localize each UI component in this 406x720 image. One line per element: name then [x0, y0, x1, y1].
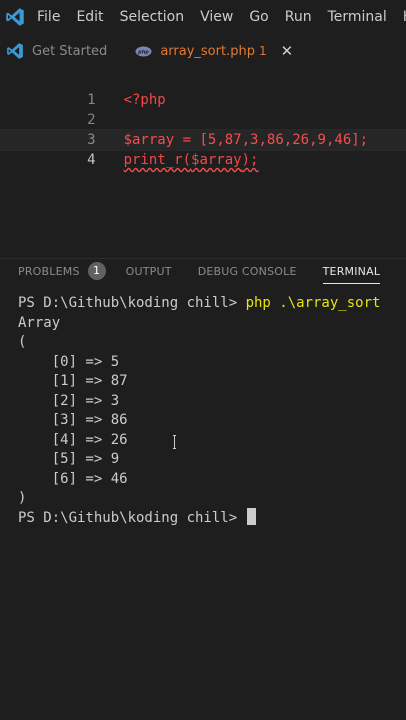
terminal-output-line: [1] => 87	[18, 373, 128, 389]
editor-tab-bar: Get Started php array_sort.php 1 ✕	[0, 33, 406, 70]
tab-label: OUTPUT	[125, 264, 172, 278]
terminal-output-line: )	[18, 490, 27, 506]
code-editor[interactable]: 1 <?php 2 3 $array = [5,87,3,86,26,9,46]; …	[0, 69, 406, 239]
terminal-prompt: PS D:\Github\koding chill>	[18, 295, 246, 311]
tab-terminal[interactable]: TERMINAL	[322, 264, 381, 284]
tab-label: PROBLEMS	[18, 264, 80, 278]
tab-problem-count: 1	[258, 44, 267, 58]
terminal-final-prompt-line: PS D:\Github\koding chill>	[18, 508, 256, 528]
code-line: 3 $array = [5,87,3,86,26,9,46];	[0, 110, 406, 148]
tab-debug-console[interactable]: DEBUG CONSOLE	[198, 265, 297, 278]
tab-output[interactable]: OUTPUT	[126, 265, 172, 278]
code-line: 2	[0, 90, 406, 128]
tab-label: array_sort.php	[160, 43, 255, 59]
code-line: 1 <?php	[0, 70, 406, 108]
tab-get-started[interactable]: Get Started	[0, 33, 117, 69]
terminal-output-line: [4] => 26	[18, 432, 128, 448]
menu-go[interactable]: Go	[249, 9, 268, 25]
menu-edit[interactable]: Edit	[76, 9, 103, 25]
problems-count-badge: 1	[87, 262, 106, 280]
terminal-command: php .\array_sort	[245, 295, 381, 311]
terminal-output-line: [3] => 86	[18, 412, 128, 428]
terminal-output-line: [2] => 3	[18, 393, 120, 409]
terminal[interactable]: PS D:\Github\koding chill> php .\array_s…	[0, 290, 406, 720]
code-text: print_r($array);	[123, 152, 259, 168]
tab-problems[interactable]: PROBLEMS 1	[18, 262, 106, 280]
terminal-output-line: [5] => 9	[18, 451, 120, 467]
menu-selection[interactable]: Selection	[120, 9, 185, 25]
panel-tab-bar: PROBLEMS 1 OUTPUT DEBUG CONSOLE TERMINAL	[0, 258, 406, 284]
close-icon[interactable]: ✕	[281, 42, 294, 60]
tab-label: Get Started	[32, 43, 108, 59]
menu-view[interactable]: View	[200, 9, 233, 25]
terminal-output-line: (	[18, 334, 27, 350]
tab-label: DEBUG CONSOLE	[197, 264, 297, 278]
vscode-window: File Edit Selection View Go Run Terminal…	[0, 0, 406, 720]
tab-label: TERMINAL	[322, 264, 381, 278]
menu-terminal[interactable]: Terminal	[328, 9, 387, 25]
vscode-icon	[6, 42, 24, 60]
terminal-prompt: PS D:\Github\koding chill>	[18, 510, 246, 526]
terminal-prompt-line: PS D:\Github\koding chill> php .\array_s…	[18, 293, 380, 313]
terminal-output-line: [6] => 46	[18, 471, 128, 487]
menu-run[interactable]: Run	[285, 9, 312, 25]
vscode-logo-icon[interactable]	[5, 7, 25, 27]
php-file-icon: php	[135, 46, 152, 57]
line-number: 4	[87, 152, 96, 168]
terminal-output-line: Array	[18, 315, 61, 331]
mouse-ibeam-cursor-icon	[173, 435, 176, 449]
menu-file[interactable]: File	[37, 9, 60, 25]
svg-text:php: php	[137, 49, 149, 55]
menu-bar: File Edit Selection View Go Run Terminal…	[0, 0, 406, 33]
terminal-output-line: [0] => 5	[18, 354, 120, 370]
code-line-current: 4 print_r($array);	[0, 129, 406, 168]
terminal-cursor	[246, 508, 256, 525]
tab-array-sort-php[interactable]: php array_sort.php 1 ✕	[129, 33, 304, 70]
